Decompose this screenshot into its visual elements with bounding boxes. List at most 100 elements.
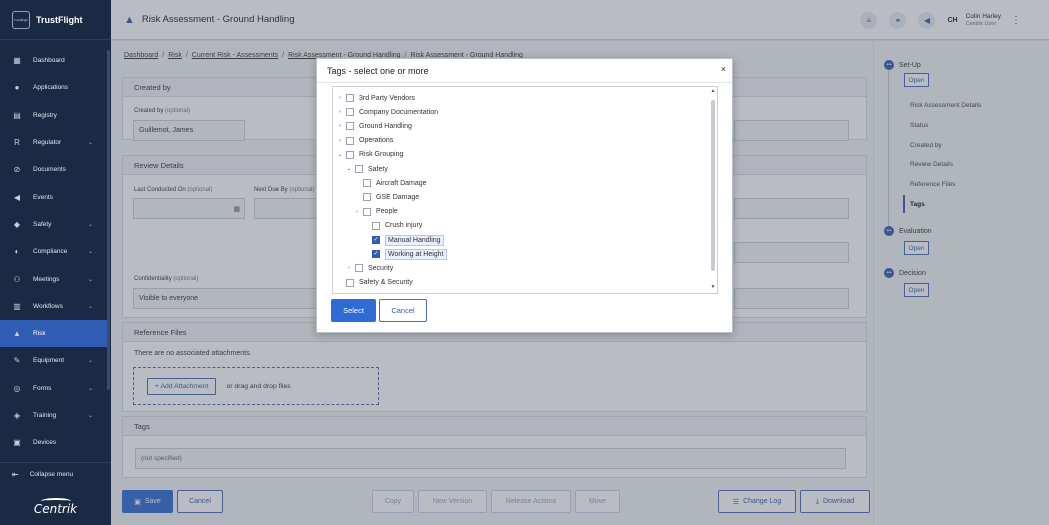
sidebar-logo[interactable]: TrustFlight TrustFlight bbox=[0, 0, 111, 40]
chevron-right-icon[interactable]: › bbox=[336, 95, 344, 101]
modal-cancel-label: Cancel bbox=[391, 306, 415, 315]
tree-checkbox[interactable] bbox=[363, 179, 371, 188]
tree-checkbox[interactable] bbox=[346, 122, 354, 131]
scroll-thumb[interactable] bbox=[711, 100, 715, 271]
documents-icon: ⊘ bbox=[13, 165, 21, 175]
sidebar-item-regulator[interactable]: R Regulator ⌄ bbox=[0, 129, 107, 156]
tree-checkbox[interactable] bbox=[363, 207, 371, 216]
tree-item-label: Safety & Security bbox=[359, 279, 413, 287]
risk-icon: ▲ bbox=[13, 329, 21, 339]
sidebar-item-meetings[interactable]: ⚇ Meetings ⌄ bbox=[0, 265, 107, 292]
collapse-menu-button[interactable]: ⇤ Collapse menu bbox=[0, 462, 111, 486]
sidebar-item-dashboard[interactable]: ▦ Dashboard bbox=[0, 47, 107, 74]
sidebar-item-devices[interactable]: ▣ Devices bbox=[0, 429, 107, 456]
chevron-down-icon: ⌄ bbox=[87, 303, 93, 310]
chevron-right-icon[interactable]: › bbox=[336, 109, 344, 115]
sidebar-item-documents[interactable]: ⊘ Documents bbox=[0, 156, 107, 183]
tree-item[interactable]: › People bbox=[353, 205, 398, 219]
tree-checkbox[interactable] bbox=[346, 108, 354, 117]
tree-checkbox[interactable] bbox=[346, 94, 354, 102]
sidebar-item-equipment[interactable]: ✎ Equipment ⌄ bbox=[0, 347, 107, 374]
chevron-down-icon[interactable]: ⌄ bbox=[336, 152, 344, 158]
tree-item[interactable]: Crush injury bbox=[362, 219, 422, 233]
tree-item[interactable]: GSE Damage bbox=[353, 190, 419, 204]
tree-checkbox[interactable]: ✓ bbox=[372, 250, 380, 259]
tree-item[interactable]: › Ground Handling bbox=[336, 119, 412, 133]
sidebar-item-label: Events bbox=[33, 193, 53, 201]
brand-name: TrustFlight bbox=[36, 14, 83, 25]
tree-item-label: GSE Damage bbox=[376, 193, 420, 201]
tree-item[interactable]: ✓ Working at Height bbox=[362, 247, 447, 261]
sidebar-item-events[interactable]: ◀ Events bbox=[0, 183, 107, 210]
sidebar-item-forms[interactable]: ◎ Forms ⌄ bbox=[0, 375, 107, 402]
training-icon: ◈ bbox=[13, 411, 21, 420]
tree-item[interactable]: ⌄ Risk Grouping bbox=[336, 148, 403, 162]
sidebar: TrustFlight TrustFlight ▦ Dashboard ● Appli… bbox=[0, 0, 111, 525]
tree-item[interactable]: › Company Documentation bbox=[336, 105, 438, 119]
applications-icon: ● bbox=[14, 83, 20, 93]
equipment-icon: ✎ bbox=[13, 356, 21, 366]
sidebar-scrollbar[interactable] bbox=[107, 50, 110, 390]
sidebar-item-label: Risk bbox=[33, 330, 46, 338]
chevron-right-icon[interactable]: › bbox=[336, 123, 344, 129]
sidebar-item-label: Workflows bbox=[33, 302, 63, 310]
sidebar-item-label: Safety bbox=[33, 220, 52, 228]
sidebar-item-applications[interactable]: ● Applications bbox=[0, 74, 107, 101]
scroll-up-icon[interactable]: ▲ bbox=[710, 88, 716, 96]
devices-icon: ▣ bbox=[13, 438, 21, 448]
tree-item-label: Company Documentation bbox=[359, 108, 438, 116]
tree-item[interactable]: Aircraft Damage bbox=[353, 176, 427, 190]
sidebar-item-safety[interactable]: ◆ Safety ⌄ bbox=[0, 211, 107, 238]
tree-checkbox[interactable] bbox=[355, 264, 363, 273]
tree-checkbox[interactable] bbox=[346, 150, 354, 159]
centrik-logo-text: Centrik bbox=[33, 501, 78, 516]
trustflight-logo-icon: TrustFlight bbox=[12, 10, 30, 29]
scroll-down-icon[interactable]: ▼ bbox=[710, 284, 716, 292]
sidebar-item-label: Equipment bbox=[33, 357, 65, 365]
tree-checkbox[interactable]: ✓ bbox=[372, 236, 380, 244]
tree-item-label: People bbox=[376, 208, 398, 216]
sidebar-item-workflows[interactable]: ▥ Workflows ⌄ bbox=[0, 293, 107, 320]
tree-item-label: Ground Handling bbox=[359, 122, 412, 130]
tree-checkbox[interactable] bbox=[346, 278, 354, 287]
select-button[interactable]: Select bbox=[331, 299, 376, 322]
chevron-down-icon: ⌄ bbox=[87, 413, 93, 419]
sidebar-item-label: Meetings bbox=[33, 275, 60, 283]
tree-scrollbar[interactable]: ▲ ▼ bbox=[710, 88, 716, 292]
tree-item[interactable]: ✓ Manual Handling bbox=[362, 233, 444, 247]
sidebar-item-training[interactable]: ◈ Training ⌄ bbox=[0, 402, 107, 429]
sidebar-item-label: Devices bbox=[33, 439, 57, 447]
sidebar-item-risk[interactable]: ▲ Risk bbox=[0, 319, 107, 348]
tree-item[interactable]: › Operations bbox=[336, 134, 393, 148]
dashboard-icon: ▦ bbox=[13, 56, 21, 66]
chevron-right-icon[interactable]: › bbox=[345, 265, 353, 271]
close-icon[interactable]: × bbox=[721, 64, 726, 74]
modal-cancel-button[interactable]: Cancel bbox=[379, 299, 427, 322]
tree-item-label: Operations bbox=[359, 137, 394, 145]
chevron-down-icon[interactable]: ⌄ bbox=[345, 166, 353, 172]
sidebar-item-label: Applications bbox=[33, 84, 69, 92]
centrik-logo: Centrik bbox=[0, 488, 111, 525]
tree-checkbox[interactable] bbox=[355, 165, 363, 173]
tree-item[interactable]: Safety & Security bbox=[336, 276, 413, 290]
chevron-right-icon[interactable]: › bbox=[353, 209, 361, 215]
sidebar-item-registry[interactable]: ▤ Registry bbox=[0, 102, 107, 129]
select-label: Select bbox=[343, 306, 364, 315]
tree-checkbox[interactable] bbox=[346, 136, 354, 145]
tree-item-label: Risk Grouping bbox=[359, 151, 404, 159]
tree-checkbox[interactable] bbox=[372, 221, 380, 230]
tree-checkbox[interactable] bbox=[363, 193, 371, 202]
collapse-menu-label: Collapse menu bbox=[29, 471, 74, 478]
tree-item-label: Working at Height bbox=[385, 248, 447, 260]
chevron-down-icon: ⌄ bbox=[87, 276, 93, 283]
meetings-icon: ⚇ bbox=[13, 274, 21, 284]
sidebar-item-label: Documents bbox=[33, 166, 66, 174]
tree-item[interactable]: › 3rd Party Vendors bbox=[336, 91, 415, 105]
tree-item[interactable]: › Security bbox=[345, 261, 393, 275]
chevron-down-icon: ⌄ bbox=[87, 385, 93, 392]
sidebar-item-compliance[interactable]: ◐ Compliance ⌄ bbox=[0, 238, 107, 265]
sidebar-item-label: Dashboard bbox=[33, 57, 65, 65]
chevron-right-icon[interactable]: › bbox=[336, 138, 344, 144]
tree-item[interactable]: ⌄ Safety bbox=[345, 162, 388, 176]
sidebar-item-label: Compliance bbox=[33, 248, 68, 256]
